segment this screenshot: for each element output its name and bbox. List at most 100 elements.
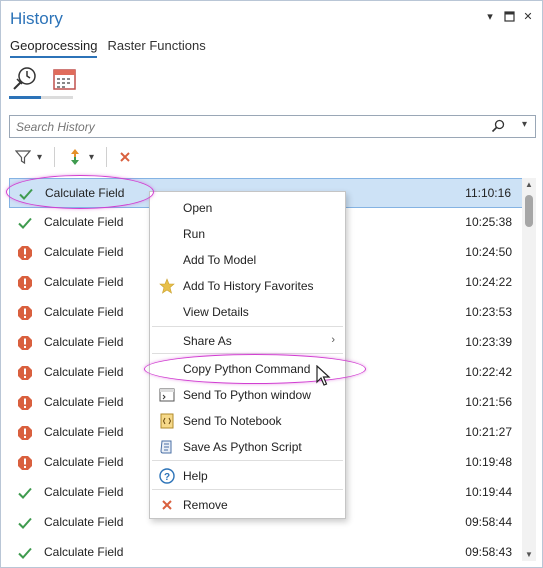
mouse-pointer-icon [316, 365, 331, 386]
history-row[interactable]: Calculate Field 09:58:43 [9, 538, 536, 561]
row-tool-name: Calculate Field [44, 455, 124, 469]
row-tool-name: Calculate Field [44, 275, 124, 289]
menu-item-label: Save As Python Script [183, 440, 302, 454]
history-view-button[interactable] [11, 65, 39, 93]
error-icon [17, 245, 33, 261]
row-time: 10:21:56 [465, 395, 512, 409]
menu-item-send-to-notebook[interactable]: Send To Notebook [150, 408, 345, 434]
success-check-icon [17, 515, 33, 531]
python-window-icon [159, 387, 175, 403]
row-time: 09:58:43 [465, 545, 512, 559]
scroll-up-icon[interactable]: ▲ [525, 180, 533, 189]
chevron-down-icon: ▾ [37, 151, 43, 163]
window-controls: ▾ ✕ [484, 11, 534, 23]
row-tool-name: Calculate Field [44, 365, 124, 379]
chevron-right-icon: › [331, 334, 335, 346]
row-tool-name: Calculate Field [44, 515, 124, 529]
menu-item-open[interactable]: Open [150, 195, 345, 221]
row-tool-name: Calculate Field [44, 545, 124, 559]
menu-item-label: Share As [183, 334, 232, 348]
maximize-icon[interactable] [503, 11, 515, 23]
row-time: 10:23:39 [465, 335, 512, 349]
history-icon [13, 67, 36, 90]
success-check-icon [17, 215, 33, 231]
row-tool-name: Calculate Field [44, 245, 124, 259]
menu-item-help[interactable]: ? Help [150, 463, 345, 489]
row-time: 10:24:50 [465, 245, 512, 259]
error-icon [17, 365, 33, 381]
toolbar-divider [106, 147, 108, 167]
row-time: 10:21:27 [465, 425, 512, 439]
filter-button[interactable]: ▾ [13, 149, 44, 165]
scrollbar[interactable]: ▲ ▼ [522, 178, 536, 561]
row-time: 10:25:38 [465, 215, 512, 229]
row-time: 10:19:44 [465, 485, 512, 499]
error-icon [17, 425, 33, 441]
success-check-icon [17, 545, 33, 561]
filter-icon [15, 150, 31, 165]
menu-item-label: Open [183, 201, 213, 215]
row-time: 10:24:22 [465, 275, 512, 289]
menu-item-run[interactable]: Run [150, 221, 345, 247]
history-pane: History ▾ ✕ Geoprocessing Raster Functio… [0, 0, 543, 568]
calendar-icon [53, 69, 76, 90]
help-icon: ? [159, 468, 175, 484]
toolbar-divider [54, 147, 56, 167]
remove-icon [159, 497, 175, 513]
row-time: 09:58:44 [465, 515, 512, 529]
menu-item-add-to-history-favorites[interactable]: Add To History Favorites [150, 273, 345, 299]
view-indicator [9, 96, 73, 99]
error-icon [17, 455, 33, 471]
delete-icon [120, 152, 130, 162]
context-menu: Open Run Add To Model Add To History Favori… [149, 191, 346, 519]
error-icon [17, 275, 33, 291]
search-icon[interactable] [491, 119, 505, 133]
scroll-down-icon[interactable]: ▼ [525, 550, 533, 559]
tab-raster-functions[interactable]: Raster Functions [107, 38, 205, 58]
success-check-icon [18, 186, 34, 202]
menu-item-remove[interactable]: Remove [150, 492, 345, 518]
menu-item-label: Send To Notebook [183, 414, 282, 428]
error-icon [17, 335, 33, 351]
menu-separator [152, 460, 343, 461]
menu-item-label: Send To Python window [183, 388, 311, 402]
tab-geoprocessing[interactable]: Geoprocessing [10, 38, 98, 58]
chevron-down-icon[interactable]: ▾ [522, 119, 527, 130]
calendar-view-button[interactable] [51, 65, 79, 93]
row-time: 11:10:16 [465, 186, 511, 200]
menu-item-add-to-model[interactable]: Add To Model [150, 247, 345, 273]
menu-item-label: Remove [183, 498, 228, 512]
search-box: ▾ [9, 115, 536, 138]
menu-separator [152, 326, 343, 327]
menu-item-label: Run [183, 227, 206, 241]
menu-item-share-as[interactable]: Share As › [150, 328, 345, 354]
menu-item-label: Help [183, 469, 208, 483]
row-tool-name: Calculate Field [44, 425, 124, 439]
tab-bar: Geoprocessing Raster Functions [10, 38, 206, 58]
dropdown-icon[interactable]: ▾ [484, 11, 496, 23]
row-tool-name: Calculate Field [45, 186, 125, 200]
sort-button[interactable]: ▾ [65, 148, 96, 166]
row-tool-name: Calculate Field [44, 485, 124, 499]
menu-item-label: Copy Python Command [183, 362, 311, 376]
menu-item-view-details[interactable]: View Details [150, 299, 345, 325]
scrollbar-thumb[interactable] [525, 195, 533, 227]
star-icon [159, 278, 175, 294]
error-icon [17, 395, 33, 411]
error-icon [17, 305, 33, 321]
row-tool-name: Calculate Field [44, 305, 124, 319]
chevron-down-icon: ▾ [89, 151, 95, 163]
history-toolbar: ▾ ▾ [13, 146, 133, 168]
svg-text:?: ? [164, 472, 170, 483]
menu-item-label: View Details [183, 305, 249, 319]
row-time: 10:19:48 [465, 455, 512, 469]
search-input[interactable] [10, 116, 480, 137]
row-tool-name: Calculate Field [44, 395, 124, 409]
script-icon [159, 439, 175, 455]
menu-item-save-as-python-script[interactable]: Save As Python Script [150, 434, 345, 460]
row-tool-name: Calculate Field [44, 335, 124, 349]
notebook-icon [159, 413, 175, 429]
row-tool-name: Calculate Field [44, 215, 124, 229]
delete-button[interactable] [117, 151, 133, 163]
close-icon[interactable]: ✕ [522, 11, 534, 23]
